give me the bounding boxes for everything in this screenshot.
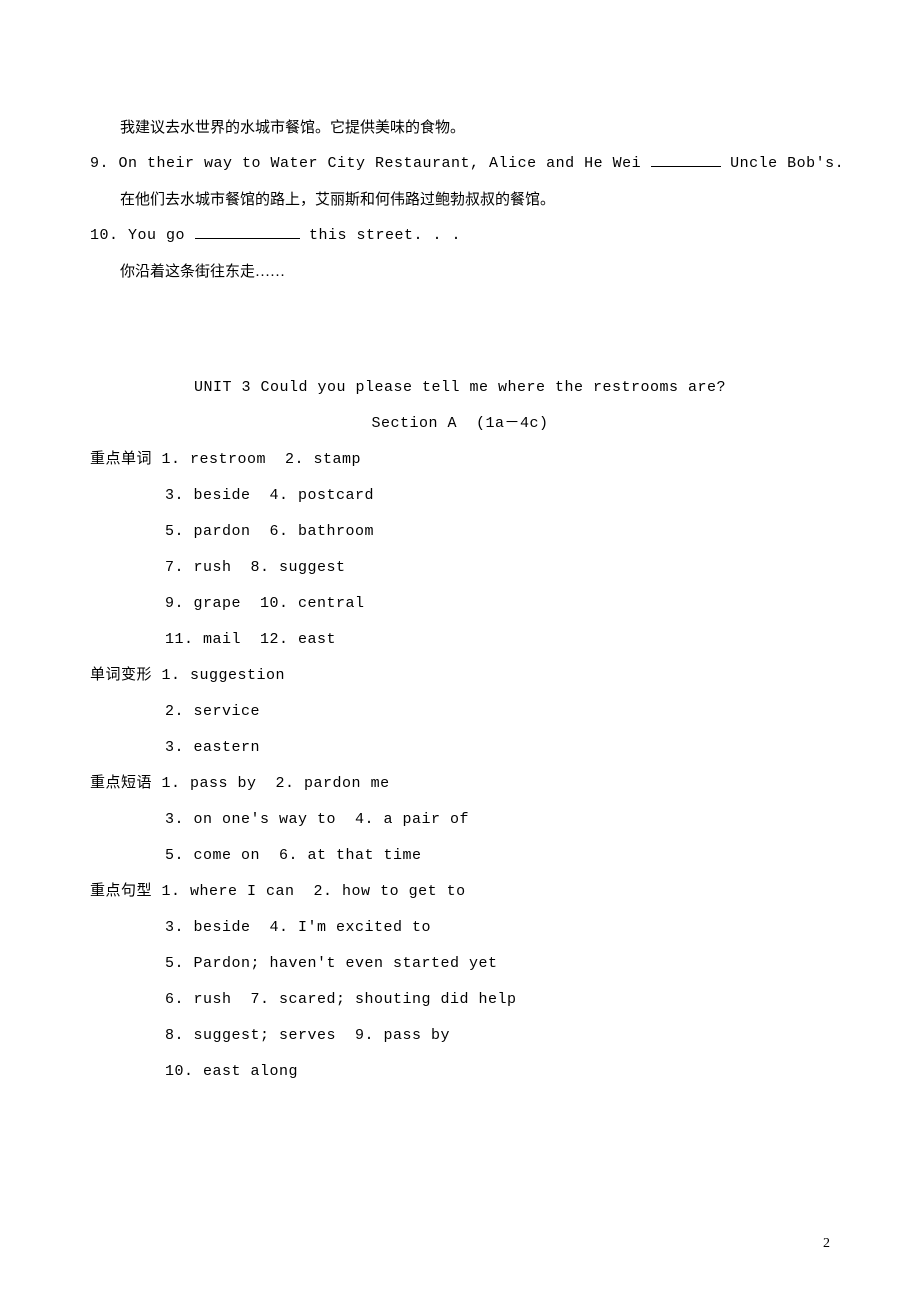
vocab-label: 重点单词 [90, 451, 152, 468]
document-page: 我建议去水世界的水城市餐馆。它提供美味的食物。 9. On their way … [0, 0, 920, 1090]
question-10: 10. You go this street. . . [90, 218, 830, 254]
sentence-item: 8. suggest; serves 9. pass by [90, 1018, 830, 1054]
sentence-item: 5. Pardon; haven't even started yet [90, 946, 830, 982]
vocab-row: 重点单词 1. restroom 2. stamp [90, 442, 830, 478]
q10-text-pre: 10. You go [90, 227, 195, 244]
vocab-item: 11. mail 12. east [90, 622, 830, 658]
form-label: 单词变形 [90, 667, 152, 684]
vocab-item: 7. rush 8. suggest [90, 550, 830, 586]
fill-blank [195, 224, 300, 239]
form-item: 2. service [90, 694, 830, 730]
unit-title: UNIT 3 Could you please tell me where th… [90, 370, 830, 406]
phrase-row: 重点短语 1. pass by 2. pardon me [90, 766, 830, 802]
q9-translation: 在他们去水城市餐馆的路上，艾丽斯和何伟路过鲍勃叔叔的餐馆。 [90, 182, 830, 218]
sentence-item: 6. rush 7. scared; shouting did help [90, 982, 830, 1018]
form-item: 3. eastern [90, 730, 830, 766]
vocab-item: 9. grape 10. central [90, 586, 830, 622]
sentence-item: 1. where I can 2. how to get to [162, 883, 466, 900]
q9-text-pre: 9. On their way to Water City Restaurant… [90, 155, 651, 172]
phrase-item: 5. come on 6. at that time [90, 838, 830, 874]
sentence-item: 3. beside 4. I'm excited to [90, 910, 830, 946]
sentence-label: 重点句型 [90, 883, 152, 900]
page-number: 2 [823, 1236, 830, 1252]
sentence-row: 重点句型 1. where I can 2. how to get to [90, 874, 830, 910]
spacer [90, 290, 830, 370]
q9-text-post: Uncle Bob's. [721, 155, 845, 172]
question-9: 9. On their way to Water City Restaurant… [90, 146, 830, 182]
phrase-item: 1. pass by 2. pardon me [162, 775, 390, 792]
q10-translation: 你沿着这条街往东走…… [90, 254, 830, 290]
phrase-label: 重点短语 [90, 775, 152, 792]
vocab-item: 1. restroom 2. stamp [162, 451, 362, 468]
form-row: 单词变形 1. suggestion [90, 658, 830, 694]
vocab-item: 3. beside 4. postcard [90, 478, 830, 514]
phrase-item: 3. on one's way to 4. a pair of [90, 802, 830, 838]
vocab-item: 5. pardon 6. bathroom [90, 514, 830, 550]
text-line: 我建议去水世界的水城市餐馆。它提供美味的食物。 [90, 110, 830, 146]
form-item: 1. suggestion [162, 667, 286, 684]
sentence-item: 10. east along [90, 1054, 830, 1090]
fill-blank [651, 152, 721, 167]
section-title: Section A (1a－4c) [90, 406, 830, 442]
q10-text-post: this street. . . [300, 227, 462, 244]
